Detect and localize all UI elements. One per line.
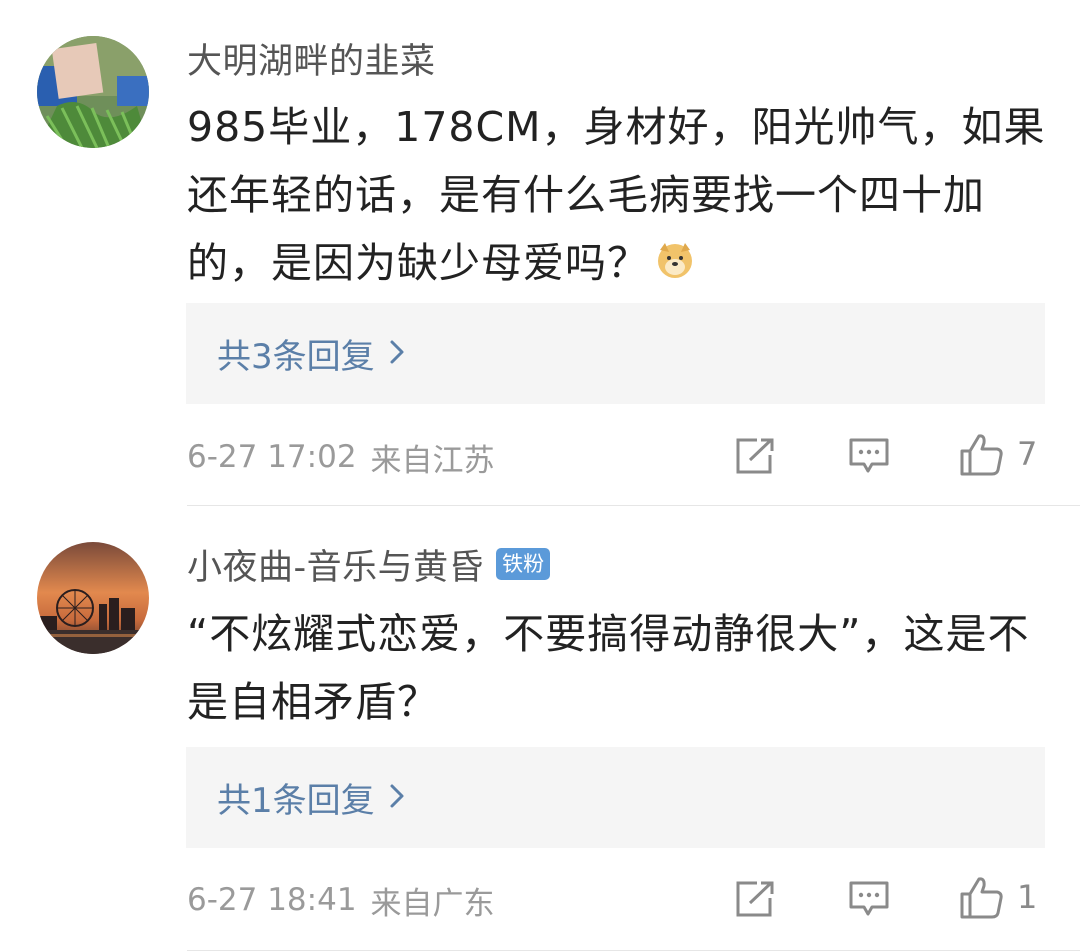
comment-button[interactable] (848, 437, 890, 475)
like-button[interactable]: 1 (959, 874, 1037, 920)
divider (187, 505, 1080, 506)
replies-link[interactable]: 共1条回复 (217, 773, 375, 822)
like-icon (959, 431, 1005, 477)
like-count: 7 (1017, 435, 1038, 473)
comment-text: “不炫耀式恋爱，不要搞得动静很大”，这是不是自相矛盾？ (187, 600, 1047, 736)
comment-button[interactable] (848, 880, 890, 918)
comment-location: 来自广东 (370, 885, 495, 922)
chevron-right-icon (389, 339, 405, 369)
avatar[interactable] (37, 542, 149, 654)
divider (187, 950, 1080, 951)
fan-badge: 铁粉 (496, 548, 551, 580)
replies-box[interactable]: 共1条回复 (186, 747, 1045, 848)
comment-date: 6-27 18:41 (187, 882, 357, 918)
doge-emoji-icon (655, 232, 695, 300)
avatar-image (37, 542, 149, 654)
comment-icon (848, 437, 890, 475)
like-count: 1 (1017, 878, 1038, 916)
comment-text-content: 985毕业，178CM，身材好，阳光帅气，如果还年轻的话，是有什么毛病要找一个四… (187, 103, 1046, 287)
replies-link[interactable]: 共3条回复 (217, 329, 375, 378)
share-icon (735, 880, 775, 918)
username[interactable]: 小夜曲-音乐与黄昏 (187, 539, 484, 590)
like-icon (959, 874, 1005, 920)
comment-text: 985毕业，178CM，身材好，阳光帅气，如果还年轻的话，是有什么毛病要找一个四… (187, 93, 1047, 300)
chevron-right-icon (389, 783, 405, 813)
meta-row: 6-27 18:41 来自广东 (187, 875, 1047, 925)
share-button[interactable] (735, 437, 775, 475)
comment-icon (848, 880, 890, 918)
avatar[interactable] (37, 36, 149, 148)
replies-box[interactable]: 共3条回复 (186, 303, 1045, 404)
share-button[interactable] (735, 880, 775, 918)
share-icon (735, 437, 775, 475)
comment-date: 6-27 17:02 (187, 439, 357, 475)
like-button[interactable]: 7 (959, 431, 1037, 477)
comment-text-content: “不炫耀式恋爱，不要搞得动静很大”，这是不是自相矛盾？ (187, 610, 1030, 726)
username-row: 大明湖畔的韭菜 (187, 33, 436, 83)
comment-location: 来自江苏 (370, 442, 495, 479)
username-row: 小夜曲-音乐与黄昏 铁粉 (187, 539, 551, 590)
username[interactable]: 大明湖畔的韭菜 (187, 33, 436, 84)
meta-row: 6-27 17:02 来自江苏 (187, 432, 1047, 482)
avatar-image (37, 36, 149, 148)
